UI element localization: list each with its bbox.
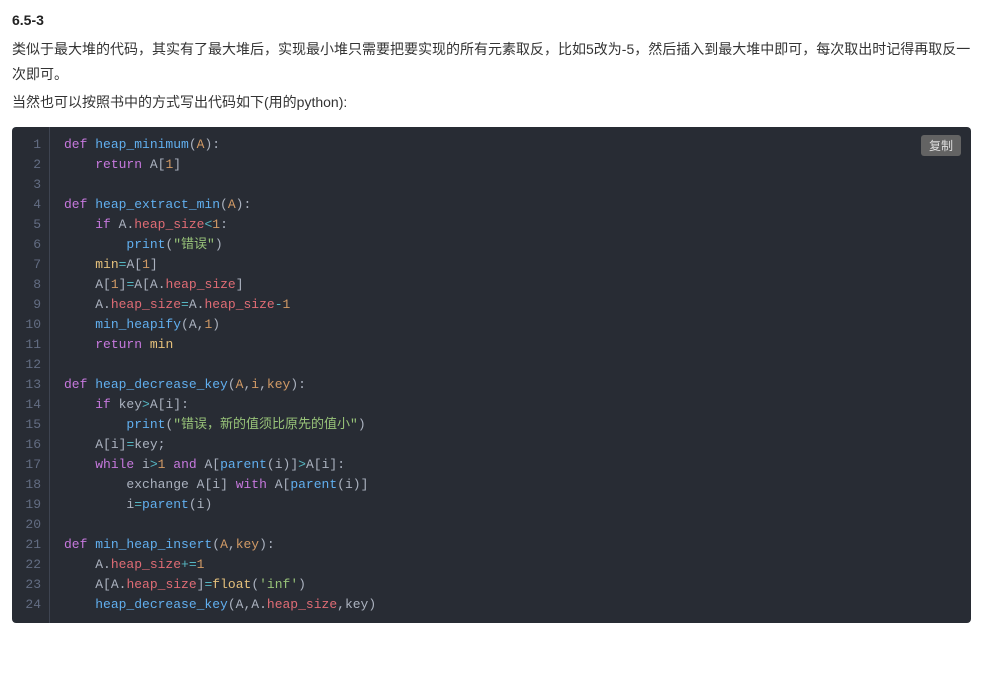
code-lines: def heap_minimum(A): return A[1] def hea… <box>50 127 971 623</box>
code-block: 复制 1234567891011121314151617181920212223… <box>12 127 971 623</box>
line-number: 13 <box>12 375 49 395</box>
code-line <box>50 355 971 375</box>
line-number: 2 <box>12 155 49 175</box>
code-line: A[i]=key; <box>50 435 971 455</box>
paragraph-2: 当然也可以按照书中的方式写出代码如下(用的python): <box>12 90 971 115</box>
code-line: A[1]=A[A.heap_size] <box>50 275 971 295</box>
line-number: 21 <box>12 535 49 555</box>
code-line: A.heap_size+=1 <box>50 555 971 575</box>
code-line: return A[1] <box>50 155 971 175</box>
code-line: while i>1 and A[parent(i)]>A[i]: <box>50 455 971 475</box>
line-number: 1 <box>12 135 49 155</box>
line-number: 22 <box>12 555 49 575</box>
line-number: 6 <box>12 235 49 255</box>
line-number: 18 <box>12 475 49 495</box>
line-number: 20 <box>12 515 49 535</box>
line-number: 12 <box>12 355 49 375</box>
code-line: if A.heap_size<1: <box>50 215 971 235</box>
line-number: 9 <box>12 295 49 315</box>
code-line: print("错误，新的值须比原先的值小") <box>50 415 971 435</box>
paragraph-1: 类似于最大堆的代码，其实有了最大堆后，实现最小堆只需要把要实现的所有元素取反，比… <box>12 37 971 87</box>
code-line: min_heapify(A,1) <box>50 315 971 335</box>
section-heading: 6.5-3 <box>12 8 971 33</box>
code-line: A.heap_size=A.heap_size-1 <box>50 295 971 315</box>
code-line: return min <box>50 335 971 355</box>
line-number: 10 <box>12 315 49 335</box>
line-number: 16 <box>12 435 49 455</box>
code-line: print("错误") <box>50 235 971 255</box>
code-line: i=parent(i) <box>50 495 971 515</box>
code-line: def min_heap_insert(A,key): <box>50 535 971 555</box>
line-number: 11 <box>12 335 49 355</box>
code-line <box>50 175 971 195</box>
code-line: def heap_extract_min(A): <box>50 195 971 215</box>
line-number: 3 <box>12 175 49 195</box>
line-number: 8 <box>12 275 49 295</box>
code-line <box>50 515 971 535</box>
code-line: A[A.heap_size]=float('inf') <box>50 575 971 595</box>
code-content: 123456789101112131415161718192021222324 … <box>12 127 971 623</box>
code-line: min=A[1] <box>50 255 971 275</box>
line-number: 7 <box>12 255 49 275</box>
copy-button[interactable]: 复制 <box>921 135 961 156</box>
line-number: 14 <box>12 395 49 415</box>
code-line: exchange A[i] with A[parent(i)] <box>50 475 971 495</box>
code-line: heap_decrease_key(A,A.heap_size,key) <box>50 595 971 615</box>
code-line: if key>A[i]: <box>50 395 971 415</box>
line-number: 23 <box>12 575 49 595</box>
line-number: 24 <box>12 595 49 615</box>
line-number: 15 <box>12 415 49 435</box>
line-number: 19 <box>12 495 49 515</box>
line-number: 17 <box>12 455 49 475</box>
line-number: 5 <box>12 215 49 235</box>
code-line: def heap_decrease_key(A,i,key): <box>50 375 971 395</box>
line-number: 4 <box>12 195 49 215</box>
code-line: def heap_minimum(A): <box>50 135 971 155</box>
line-number-gutter: 123456789101112131415161718192021222324 <box>12 127 50 623</box>
